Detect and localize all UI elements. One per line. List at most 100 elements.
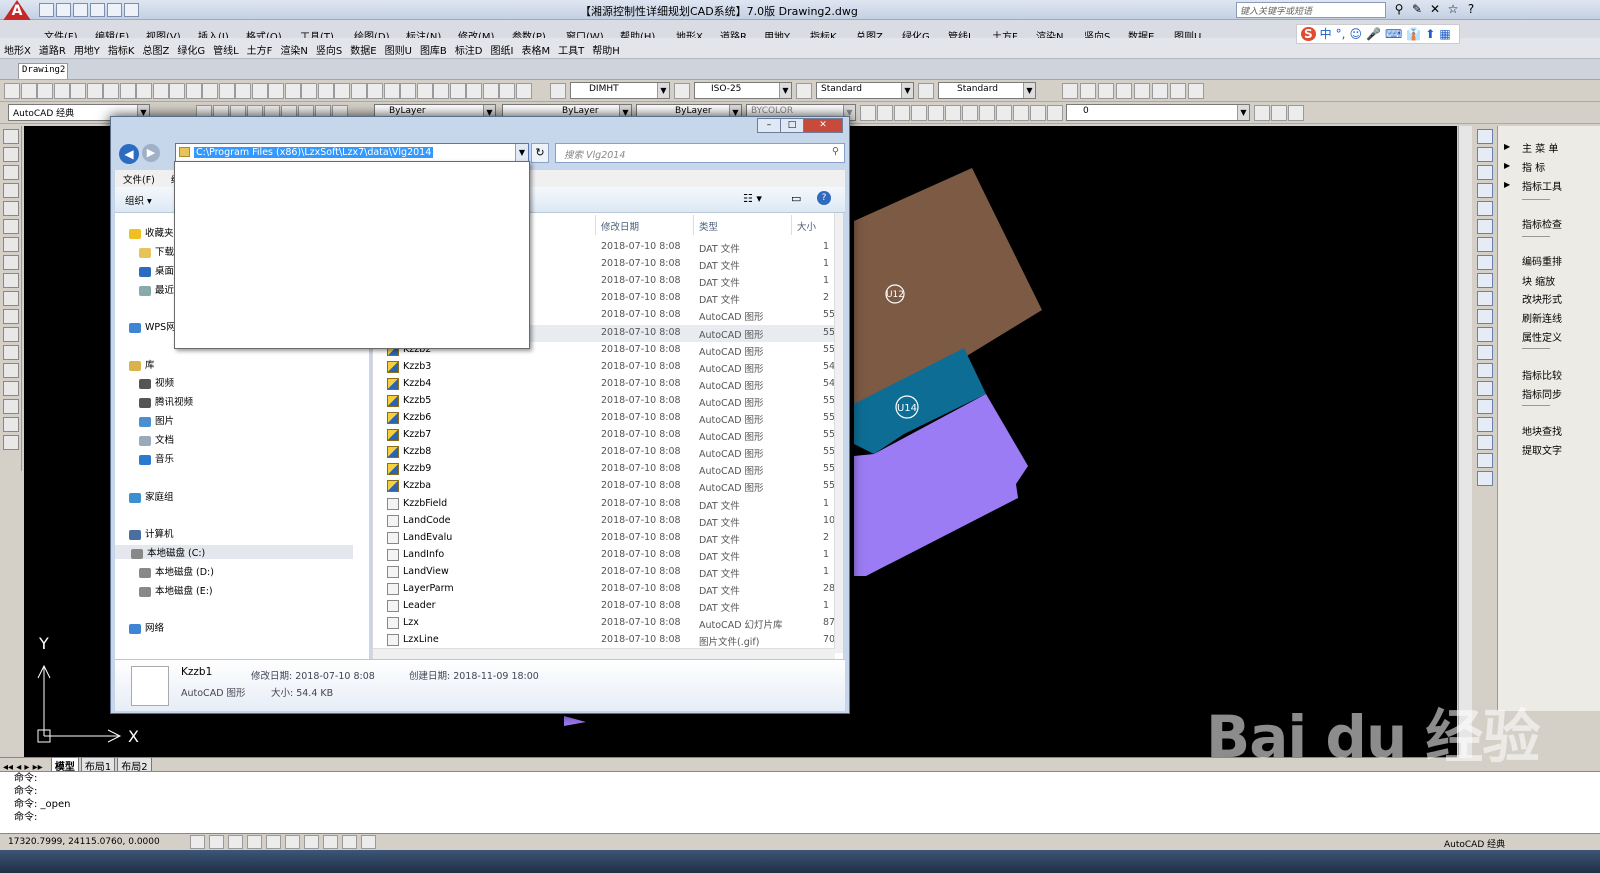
file-row[interactable]: Leader 2018-07-10 8:08 DAT 文件 1 <box>373 598 835 615</box>
file-row[interactable]: Kzzba 2018-07-10 8:08 AutoCAD 图形 55 <box>373 478 835 495</box>
tool-button[interactable] <box>70 83 86 99</box>
file-row[interactable]: Kzzb4 2018-07-10 8:08 AutoCAD 图形 54 <box>373 376 835 393</box>
draw-tool-icon[interactable] <box>2 201 19 216</box>
tool-button[interactable] <box>317 83 334 99</box>
modify-tool-icon[interactable] <box>1476 399 1493 414</box>
lzx-menu-item[interactable]: 图库B <box>416 38 451 57</box>
nav-item[interactable]: 下载 <box>139 244 174 258</box>
ime-button[interactable]: °, <box>1336 27 1346 41</box>
tool-button[interactable] <box>53 83 70 99</box>
folder-search-input[interactable]: 搜索 Vlg2014 ⚲ <box>555 143 845 163</box>
canvas-vertical-scrollbar[interactable] <box>1458 126 1472 758</box>
modify-tool-icon[interactable] <box>1476 435 1493 450</box>
ime-button[interactable]: ⬆ <box>1425 27 1435 41</box>
draw-tool-icon[interactable] <box>2 165 19 180</box>
lzx-menu-item[interactable]: 土方F <box>243 38 277 57</box>
tool-button[interactable] <box>169 83 185 99</box>
draw-tool-icon[interactable] <box>2 399 19 414</box>
tool-button[interactable] <box>284 83 301 99</box>
view-tool-button[interactable] <box>1152 83 1168 99</box>
column-type[interactable]: 类型 <box>699 219 718 233</box>
screen-menu-item[interactable]: 地块查找 <box>1522 423 1562 438</box>
view-tool-button[interactable] <box>1116 83 1132 99</box>
save-icon[interactable] <box>73 3 88 17</box>
preview-pane-icon[interactable]: ▭ <box>791 192 801 205</box>
lzx-menu-item[interactable]: 用地Y <box>70 38 104 57</box>
layer-tool-button[interactable] <box>1013 105 1029 121</box>
modify-tool-icon[interactable] <box>1476 381 1493 396</box>
modify-tool-icon[interactable] <box>1476 165 1493 180</box>
layer-tool-button[interactable] <box>877 105 893 121</box>
status-toggle-button[interactable] <box>361 835 376 849</box>
file-row[interactable]: Kzzb9 2018-07-10 8:08 AutoCAD 图形 55 <box>373 461 835 478</box>
layer-tool-button[interactable] <box>911 105 927 121</box>
table-style-select[interactable]: Standard ▼ <box>938 82 1036 99</box>
draw-tool-icon[interactable] <box>2 129 19 144</box>
file-row[interactable]: KzzbField 2018-07-10 8:08 DAT 文件 1 <box>373 496 835 513</box>
tool-button[interactable] <box>367 83 383 99</box>
binoculars-icon[interactable]: ⚲ <box>1390 2 1408 16</box>
layer-tool-button[interactable] <box>1030 105 1046 121</box>
screen-menu-item[interactable]: 指标同步 <box>1522 386 1562 401</box>
draw-tool-icon[interactable] <box>2 147 19 162</box>
nav-item[interactable]: 文档 <box>139 432 174 446</box>
tool-button[interactable] <box>136 83 152 99</box>
maximize-button[interactable]: □ <box>780 118 804 133</box>
style-manager-icon[interactable] <box>674 83 690 99</box>
modify-tool-icon[interactable] <box>1476 129 1493 144</box>
refresh-icon[interactable]: ↻ <box>531 143 549 163</box>
address-path[interactable]: C:\Program Files (x86)\LzxSoft\Lzx7\data… <box>194 147 434 158</box>
draw-tool-icon[interactable] <box>2 255 19 270</box>
ime-button[interactable]: ▦ <box>1439 27 1450 41</box>
lzx-menu-item[interactable]: 帮助H <box>588 38 624 57</box>
nav-item[interactable]: 桌面 <box>139 263 174 277</box>
modify-tool-icon[interactable] <box>1476 219 1493 234</box>
status-toggle-button[interactable] <box>342 835 357 849</box>
lzx-menu-item[interactable]: 数据E <box>346 38 380 57</box>
tool-button[interactable] <box>4 83 20 99</box>
view-tool-button[interactable] <box>1134 83 1150 99</box>
file-row[interactable]: LandInfo 2018-07-10 8:08 DAT 文件 1 <box>373 547 835 564</box>
ime-button[interactable]: ⌨ <box>1385 27 1402 41</box>
nav-item[interactable]: 本地磁盘 (D:) <box>139 564 214 578</box>
close-button[interactable]: ✕ <box>803 118 843 133</box>
address-history-dropdown[interactable] <box>174 161 530 349</box>
tool-button[interactable] <box>20 83 37 99</box>
search-icon[interactable]: ⚲ <box>832 146 839 157</box>
lzx-menu-item[interactable]: 管线L <box>209 38 243 57</box>
nav-item[interactable]: 本地磁盘 (C:) <box>115 545 353 559</box>
style-manager-icon[interactable] <box>918 83 934 99</box>
tool-button[interactable] <box>86 83 103 99</box>
tool-button[interactable] <box>499 83 515 99</box>
dim-style-select[interactable]: DIMHT ▼ <box>570 82 670 99</box>
draw-tool-icon[interactable] <box>2 381 19 396</box>
file-row[interactable]: Kzzb7 2018-07-10 8:08 AutoCAD 图形 55 <box>373 427 835 444</box>
tool-button[interactable] <box>218 83 235 99</box>
tool-button[interactable] <box>383 83 400 99</box>
lzx-menu-item[interactable]: 表格M <box>517 38 554 57</box>
organize-button[interactable]: 组织 ▾ <box>125 193 152 207</box>
column-date[interactable]: 修改日期 <box>601 219 639 233</box>
workspace-status[interactable]: AutoCAD 经典 <box>1444 837 1505 850</box>
file-row[interactable]: LzxLine 2018-07-10 8:08 图片文件(.gif) 70 <box>373 632 835 649</box>
screen-menu-item[interactable]: 编码重排 <box>1522 253 1562 268</box>
tool-button[interactable] <box>152 83 169 99</box>
status-toggle-button[interactable] <box>304 835 319 849</box>
help-icon[interactable]: ? <box>817 191 831 205</box>
redo-icon[interactable] <box>107 3 122 17</box>
status-toggle-button[interactable] <box>190 835 205 849</box>
screen-menu-item[interactable]: 主 菜 单 <box>1522 140 1558 155</box>
modify-tool-icon[interactable] <box>1476 345 1493 360</box>
new-icon[interactable] <box>39 3 54 17</box>
screen-menu-item[interactable]: 属性定义 <box>1522 329 1562 344</box>
tool-button[interactable] <box>268 83 284 99</box>
screen-menu-item[interactable]: 提取文字 <box>1522 442 1562 457</box>
view-tool-button[interactable] <box>1098 83 1114 99</box>
modify-tool-icon[interactable] <box>1476 417 1493 432</box>
file-list-vertical-scrollbar[interactable] <box>834 213 843 653</box>
draw-tool-icon[interactable] <box>2 327 19 342</box>
text-style-select[interactable]: Standard ▼ <box>816 82 914 99</box>
minimize-button[interactable]: – <box>757 118 781 133</box>
tool-button[interactable] <box>482 83 499 99</box>
file-row[interactable]: Kzzb6 2018-07-10 8:08 AutoCAD 图形 55 <box>373 410 835 427</box>
